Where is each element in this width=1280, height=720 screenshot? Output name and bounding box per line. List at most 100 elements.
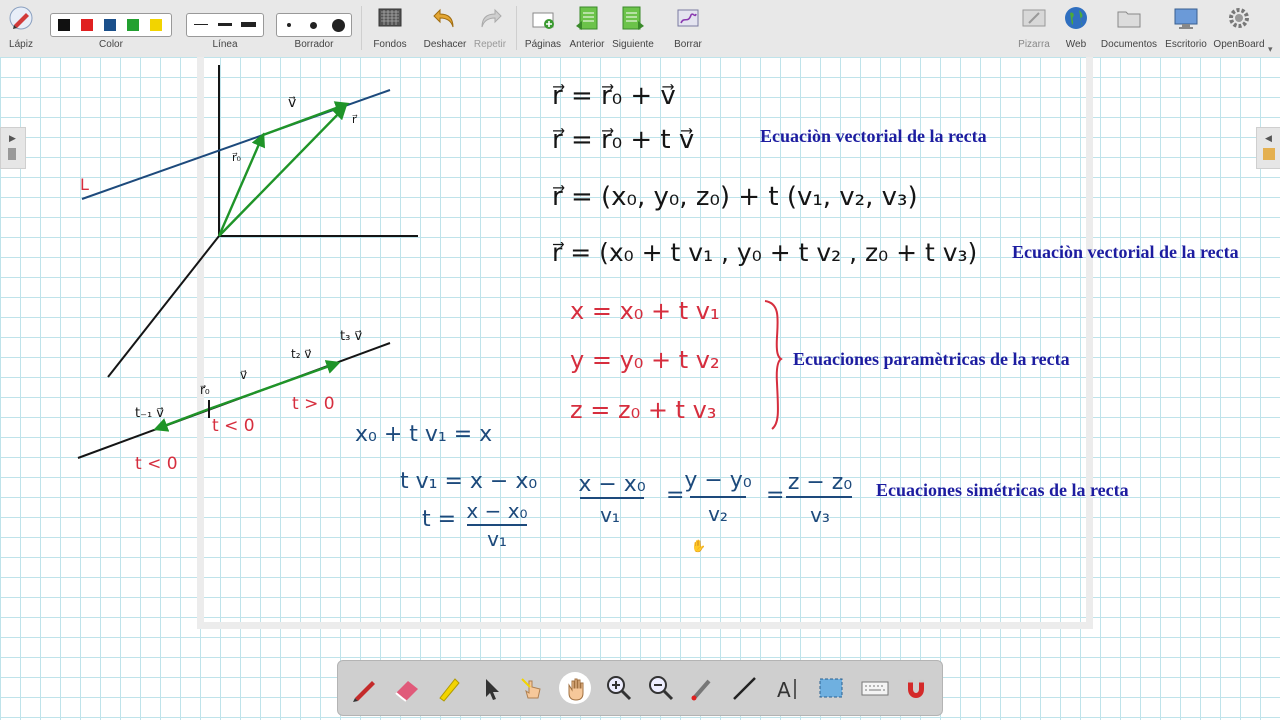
zoom-out-icon (649, 676, 674, 701)
parametric-z: z = z₀ + t v₃ (570, 396, 716, 424)
pages-button[interactable]: Páginas (524, 4, 562, 54)
line-medium-option[interactable] (218, 23, 232, 26)
magnet-tool-button[interactable] (900, 671, 934, 705)
label-vector-equation-1: Ecuaciòn vectorial de la recta (760, 126, 987, 146)
previous-page-label: Anterior (569, 39, 605, 50)
t-negative-condition-1: t < 0 (135, 454, 178, 474)
pen-icon (353, 681, 375, 702)
vector-v-label: v⃗ (288, 95, 296, 111)
highlighter-tool-button[interactable] (432, 671, 466, 705)
redo-icon (481, 8, 502, 28)
label-parametric-equations: Ecuaciones paramètricas de la recta (793, 349, 1070, 369)
color-swatch-yellow[interactable] (149, 18, 163, 32)
derivation-step-3-numerator: x − x₀ (466, 499, 527, 523)
v-point-label: v⃗ (240, 368, 247, 382)
clear-page-button[interactable]: Borrar (669, 4, 707, 54)
eraser-tool-button[interactable] (390, 671, 424, 705)
board-mode-button[interactable]: Pizarra (1014, 4, 1054, 54)
redo-button[interactable]: Repetir (471, 4, 509, 54)
whiteboard-canvas[interactable]: ▶ ◀ L v⃗ r⃗₀ r⃗ t₋₁ v⃗ r⃗₀ v⃗ t₂ v⃗ t₃ v… (0, 57, 1280, 720)
parametric-y: y = y₀ + t v₂ (570, 346, 720, 374)
t-negative-condition-2: t < 0 (212, 416, 255, 436)
line-tool-button[interactable] (728, 671, 762, 705)
documents-button[interactable]: Documentos (1100, 4, 1158, 54)
backgrounds-button[interactable]: Fondos (370, 4, 410, 54)
next-page-icon (622, 6, 644, 30)
zoom-out-tool-button[interactable] (644, 671, 678, 705)
hand-tool-button[interactable] (558, 671, 592, 705)
previous-page-button[interactable]: Anterior (567, 4, 607, 54)
line-width-options (186, 13, 264, 37)
highlighter-icon (439, 678, 460, 702)
zoom-in-tool-button[interactable] (602, 671, 636, 705)
eraser-icon (395, 681, 418, 702)
capture-tool-button[interactable] (814, 671, 848, 705)
previous-page-icon (576, 6, 598, 30)
symmetric-equal-1: = (666, 483, 684, 508)
interact-tool-button[interactable] (516, 671, 550, 705)
eraser-large-option[interactable] (332, 19, 345, 32)
next-page-button[interactable]: Siguiente (611, 4, 655, 54)
web-label: Web (1065, 39, 1087, 50)
equation-r-sum: r⃗ = r⃗₀ + v⃗ (552, 81, 676, 111)
interact-icon (521, 678, 541, 699)
color-group: Color (50, 4, 172, 54)
t2v-label: t₂ v⃗ (291, 347, 311, 361)
text-tool-button[interactable]: A (770, 671, 804, 705)
t-positive-condition: t > 0 (292, 394, 335, 414)
r0-point-label: r⃗₀ (200, 383, 210, 397)
selector-tool-button[interactable] (474, 671, 508, 705)
zoom-in-icon (607, 676, 632, 701)
web-button[interactable]: Web (1060, 4, 1092, 54)
backgrounds-label: Fondos (373, 39, 407, 50)
color-palette (50, 13, 172, 37)
position-vector-r0 (217, 132, 265, 237)
line-thick-option[interactable] (241, 22, 256, 27)
pen-tool-button[interactable] (348, 671, 382, 705)
board-mode-label: Pizarra (1018, 39, 1050, 50)
desktop-icon (1174, 8, 1198, 29)
label-vector-equation-2: Ecuaciòn vectorial de la recta (1012, 242, 1239, 262)
undo-label: Deshacer (423, 39, 467, 50)
line-thin-option[interactable] (194, 24, 208, 25)
laser-pointer-tool-button[interactable] (686, 671, 720, 705)
parametric-x: x = x₀ + t v₁ (570, 297, 720, 325)
color-swatch-red[interactable] (80, 18, 94, 32)
vector-r-label: r⃗ (352, 113, 358, 126)
undo-button[interactable]: Deshacer (422, 4, 468, 54)
tool-dock: A (337, 660, 943, 716)
openboard-label: OpenBoard (1213, 39, 1265, 50)
gear-icon (1229, 8, 1249, 28)
chevron-down-icon[interactable]: ▾ (1268, 44, 1273, 55)
openboard-menu-button[interactable]: OpenBoard (1212, 4, 1266, 54)
symmetric-y-numerator: y − y₀ (684, 468, 751, 493)
line-width-group: Línea (186, 4, 264, 54)
desktop-button[interactable]: Escritorio (1164, 4, 1208, 54)
pencil-icon (9, 6, 33, 30)
eraser-medium-option[interactable] (310, 22, 317, 29)
folder-icon (1117, 11, 1141, 28)
x-axis (107, 235, 220, 378)
color-swatch-green[interactable] (126, 18, 140, 32)
magnet-icon (908, 679, 924, 698)
symmetric-y-denominator: v₂ (708, 502, 728, 526)
color-swatch-black[interactable] (57, 18, 71, 32)
clear-page-icon (677, 9, 699, 27)
eraser-small-option[interactable] (287, 23, 291, 27)
hand-cursor-icon: ✋ (691, 539, 706, 553)
keyboard-icon (861, 681, 889, 696)
equation-vector-form: r⃗ = r⃗₀ + t v⃗ (552, 125, 694, 155)
hand-icon (559, 672, 591, 704)
pencil-label: Lápiz (9, 39, 33, 50)
drawing-layer: L v⃗ r⃗₀ r⃗ t₋₁ v⃗ r⃗₀ v⃗ t₂ v⃗ t₃ v⃗ t … (77, 65, 977, 553)
line-icon (733, 677, 756, 700)
keyboard-tool-button[interactable] (858, 671, 892, 705)
derivation-step-2: t v₁ = x − x₀ (400, 469, 537, 494)
desktop-label: Escritorio (1165, 39, 1207, 50)
laser-pointer-icon (691, 679, 711, 701)
capture-icon (819, 678, 843, 698)
equation-components: r⃗ = (x₀, y₀, z₀) + t (v₁, v₂, v₃) (552, 182, 918, 212)
color-swatch-blue[interactable] (103, 18, 117, 32)
t3v-label: t₃ v⃗ (340, 329, 362, 344)
pencil-button[interactable]: Lápiz (4, 4, 38, 54)
